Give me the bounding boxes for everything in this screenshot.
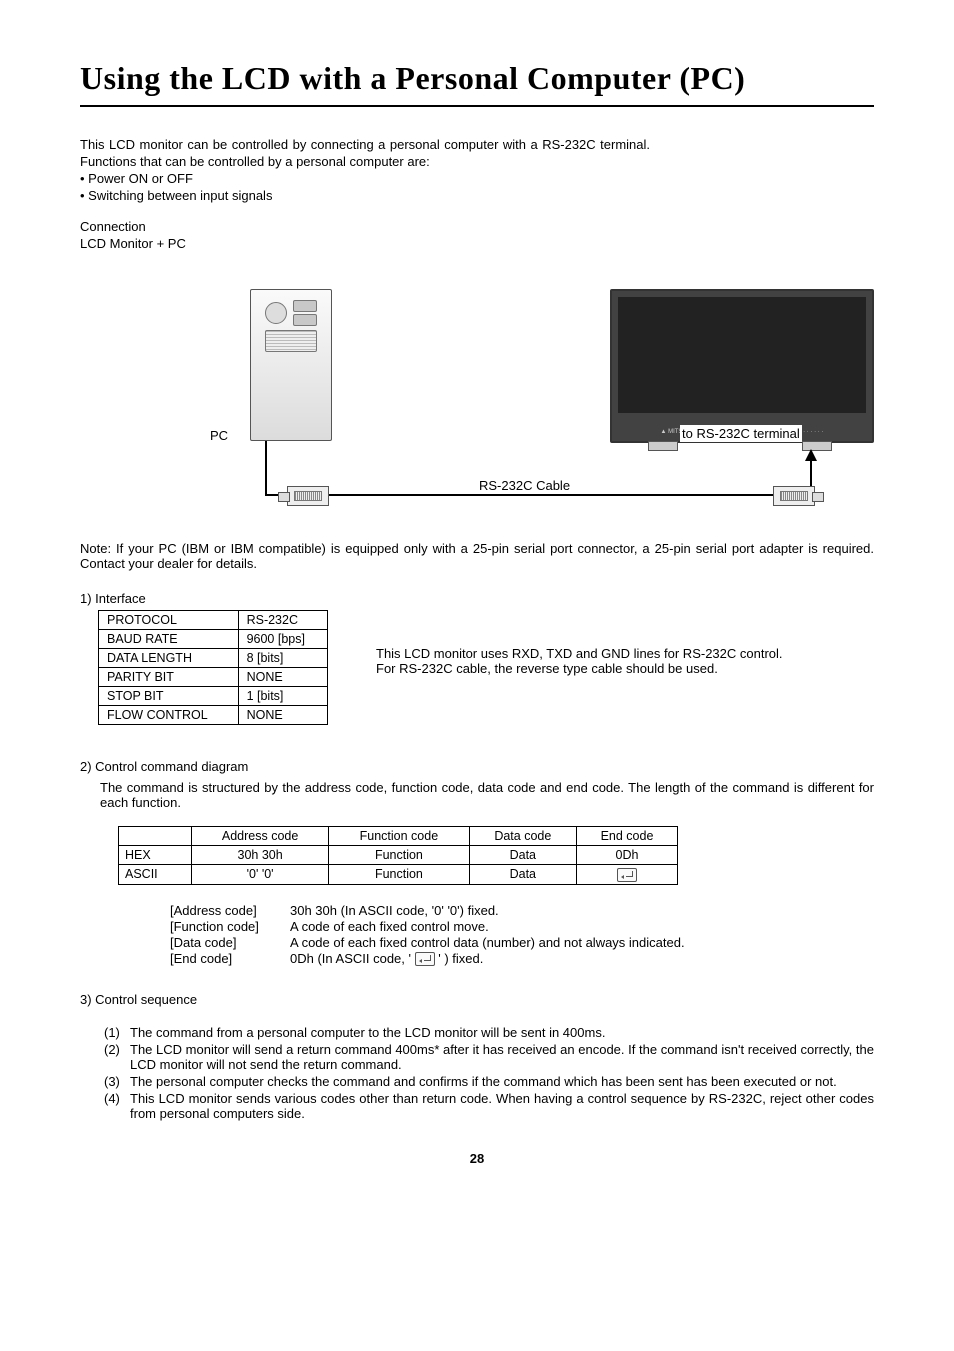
code-definitions: [Address code]30h 30h (In ASCII code, '0… — [170, 903, 874, 967]
table-row: PROTOCOLRS-232C — [99, 611, 328, 630]
control-sequence-heading: 3) Control sequence — [80, 992, 874, 1007]
connection-sub: LCD Monitor + PC — [80, 236, 874, 251]
table-row: FLOW CONTROLNONE — [99, 706, 328, 725]
intro-functions-lead: Functions that can be controlled by a pe… — [80, 154, 874, 169]
cable-vertical-line — [265, 441, 267, 496]
rs232c-terminal-label: to RS-232C terminal — [680, 425, 802, 442]
command-diagram-paragraph: The command is structured by the address… — [100, 780, 874, 810]
page-number: 28 — [80, 1151, 874, 1166]
command-table: Address code Function code Data code End… — [118, 826, 678, 885]
table-row: BAUD RATE9600 [bps] — [99, 630, 328, 649]
table-row: PARITY BITNONE — [99, 668, 328, 687]
cable-connector-left — [287, 486, 329, 506]
monitor-foot-left — [648, 441, 678, 451]
pc-illustration — [250, 289, 332, 441]
interface-notes: This LCD monitor uses RXD, TXD and GND l… — [376, 610, 783, 676]
pc-label: PC — [210, 428, 228, 443]
table-row: ASCII '0' '0' Function Data — [119, 865, 678, 885]
control-sequence-list: (1)The command from a personal computer … — [80, 1025, 874, 1121]
list-item: (2)The LCD monitor will send a return co… — [104, 1042, 874, 1072]
intro-bullet-2: • Switching between input signals — [80, 188, 874, 203]
enter-key-icon — [415, 952, 435, 966]
table-row: DATA LENGTH8 [bits] — [99, 649, 328, 668]
command-diagram-heading: 2) Control command diagram — [80, 759, 874, 774]
note-paragraph: Note: If your PC (IBM or IBM compatible)… — [80, 541, 874, 571]
intro-block: This LCD monitor can be controlled by co… — [80, 137, 874, 251]
cable-label: RS-232C Cable — [475, 478, 574, 493]
cable-horizontal-line — [265, 494, 812, 496]
list-item: (1)The command from a personal computer … — [104, 1025, 874, 1040]
enter-key-icon — [617, 868, 637, 882]
interface-heading: 1) Interface — [80, 591, 874, 606]
list-item: (3)The personal computer checks the comm… — [104, 1074, 874, 1089]
lcd-monitor-illustration: ▲ MITSUBISHI· · · · · · · — [610, 289, 874, 443]
cable-connector-right — [773, 486, 815, 506]
enter-key-cell — [576, 865, 677, 885]
intro-paragraph: This LCD monitor can be controlled by co… — [80, 137, 650, 152]
intro-bullet-1: • Power ON or OFF — [80, 171, 874, 186]
connection-diagram: PC ▲ MITSUBISHI· · · · · · · to RS-232C … — [80, 281, 874, 531]
page-title: Using the LCD with a Personal Computer (… — [80, 60, 874, 97]
title-rule — [80, 105, 874, 107]
table-row: STOP BIT1 [bits] — [99, 687, 328, 706]
interface-table: PROTOCOLRS-232C BAUD RATE9600 [bps] DATA… — [98, 610, 328, 725]
table-row: Address code Function code Data code End… — [119, 827, 678, 846]
list-item: (4)This LCD monitor sends various codes … — [104, 1091, 874, 1121]
table-row: HEX 30h 30h Function Data 0Dh — [119, 846, 678, 865]
connection-heading: Connection — [80, 219, 874, 234]
